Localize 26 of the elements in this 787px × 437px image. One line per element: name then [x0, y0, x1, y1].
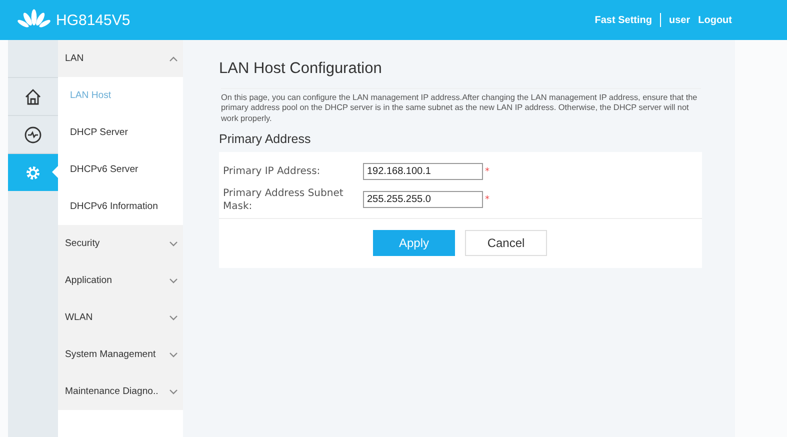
section-title: Primary Address — [219, 132, 312, 146]
required-mark: * — [485, 194, 490, 205]
menu-group[interactable]: WLAN — [58, 299, 183, 336]
page-description: On this page, you can configure the LAN management IP address.After changing the LAN management IP address, ensure that the primary address pool on the DHCP server is in the same subnet as the new LAN IP address. Otherwise, the DHCP server will not work properly. — [221, 88, 701, 124]
input-field[interactable]: 192.168.100.1 — [363, 163, 483, 180]
chevron-down-icon — [169, 314, 178, 320]
field-label: Primary IP Address: — [223, 165, 322, 178]
page-title: LAN Host Configuration — [219, 60, 383, 78]
activity-icon — [24, 126, 42, 144]
field-label: Primary Address Subnet Mask: — [223, 186, 344, 213]
chevron-up-icon — [169, 56, 178, 62]
chevron-down-icon — [169, 352, 178, 358]
chevron-down-icon — [169, 278, 178, 284]
menu-group[interactable]: Security — [58, 225, 183, 262]
input-field[interactable]: 255.255.255.0 — [363, 191, 483, 208]
menu-group[interactable]: System Management — [58, 336, 183, 373]
chevron-down-icon — [169, 240, 178, 246]
settings-icon — [24, 164, 42, 182]
product-name: HG8145V5 — [56, 12, 130, 28]
menu-group[interactable]: Maintenance Diagno.. — [58, 373, 183, 410]
menu-group[interactable]: LAN — [58, 40, 183, 77]
home-icon — [24, 88, 42, 106]
menu-group[interactable]: Application — [58, 262, 183, 299]
chevron-down-icon — [169, 388, 178, 394]
required-mark: * — [485, 166, 490, 177]
cancel-button[interactable]: Cancel — [465, 230, 547, 256]
